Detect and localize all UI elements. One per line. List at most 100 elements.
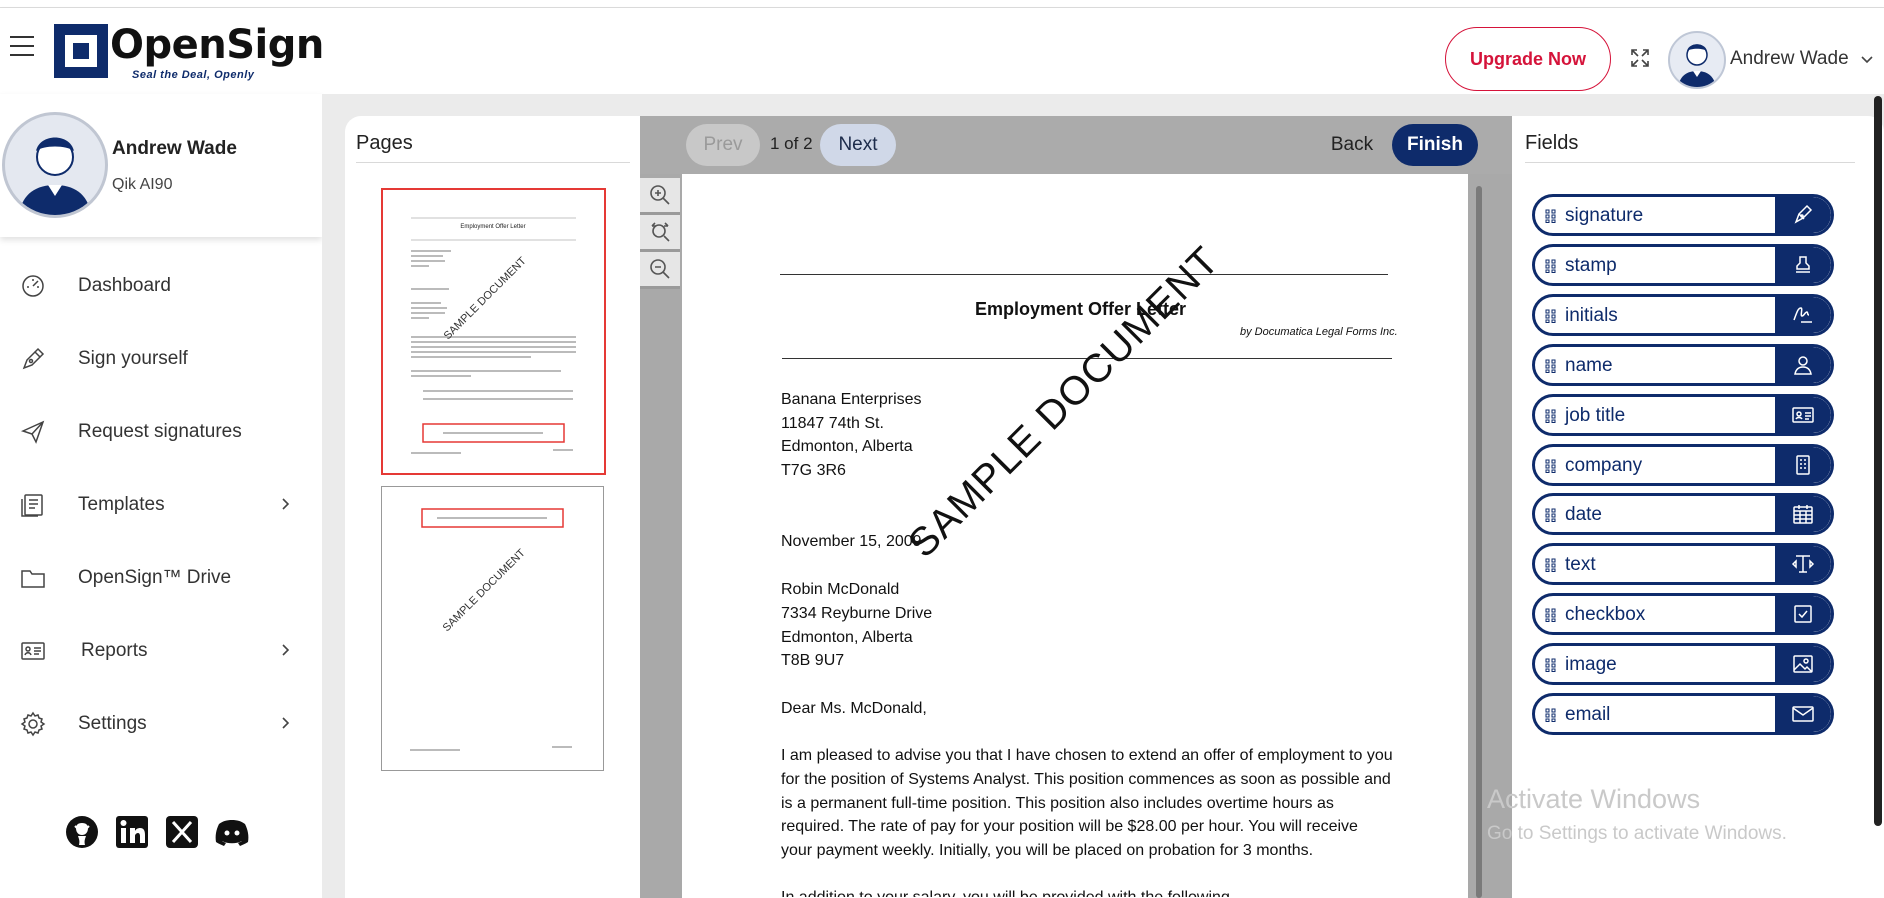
- body-line-cut: In addition to your salary, you will be …: [781, 889, 1230, 897]
- field-image[interactable]: image: [1532, 643, 1834, 686]
- back-button[interactable]: Back: [1320, 124, 1384, 166]
- fields-panel-title: Fields: [1525, 132, 1579, 154]
- field-job-title[interactable]: job title: [1532, 393, 1834, 436]
- page-scrollbar[interactable]: [1874, 96, 1882, 826]
- zoom-in-icon: [650, 185, 670, 205]
- finish-button[interactable]: Finish: [1392, 124, 1478, 166]
- initials-icon: [1775, 296, 1831, 333]
- sender-line: T7G 3R6: [781, 462, 846, 479]
- os-watermark-subtitle: Go to Settings to activate Windows.: [1487, 823, 1787, 844]
- fields-panel-divider: [1525, 162, 1855, 163]
- field-signature[interactable]: signature: [1532, 194, 1834, 236]
- image-icon: [1775, 646, 1831, 683]
- field-date[interactable]: date: [1532, 493, 1834, 536]
- sender-line: 11847 74th St.: [781, 415, 884, 432]
- field-label: signature: [1565, 205, 1644, 226]
- document-rule-top: [780, 274, 1388, 275]
- prev-page-button[interactable]: Prev: [686, 124, 760, 166]
- drag-handle-icon[interactable]: [1545, 459, 1557, 473]
- field-initials[interactable]: initials: [1532, 293, 1834, 336]
- zoom-out-button[interactable]: [640, 252, 680, 289]
- sidebar-item-label: Templates: [78, 493, 165, 515]
- field-checkbox[interactable]: checkbox: [1532, 593, 1834, 636]
- document-byline: by Documatica Legal Forms Inc.: [1240, 326, 1398, 338]
- next-page-button[interactable]: Next: [820, 124, 896, 166]
- page-thumbnail-1[interactable]: Employment Offer Letter SAMPLE DOCUMENT: [381, 188, 606, 475]
- sidebar-item-dashboard[interactable]: Dashboard: [0, 249, 322, 322]
- sidebar-profile-org: Qik AI90: [112, 176, 173, 193]
- stamp-icon: [1775, 246, 1831, 283]
- sidebar-item-reports[interactable]: Reports: [0, 614, 322, 687]
- hamburger-menu-icon[interactable]: [10, 36, 34, 58]
- header-user-name[interactable]: Andrew Wade: [1730, 48, 1849, 70]
- sidebar-item-drive[interactable]: OpenSign™ Drive: [0, 541, 322, 614]
- github-icon[interactable]: [64, 814, 100, 850]
- x-twitter-icon[interactable]: [164, 814, 200, 850]
- field-text[interactable]: text: [1532, 543, 1834, 586]
- thumbnail-watermark: SAMPLE DOCUMENT: [442, 255, 529, 342]
- drag-handle-icon[interactable]: [1545, 658, 1557, 673]
- sidebar-nav: Dashboard Sign yourself Request signatur…: [0, 249, 322, 760]
- field-label: email: [1565, 704, 1611, 725]
- brand-name: OpenSign: [110, 22, 324, 68]
- recipient-line: Robin McDonald: [781, 581, 900, 598]
- discord-icon[interactable]: [214, 814, 250, 850]
- calendar-icon: [1775, 496, 1831, 533]
- id-card-icon: [1775, 396, 1831, 433]
- field-label: date: [1565, 504, 1602, 526]
- user-avatar[interactable]: [1668, 31, 1726, 89]
- sidebar-item-label: Settings: [78, 712, 147, 734]
- upgrade-now-button[interactable]: Upgrade Now: [1445, 27, 1611, 91]
- body-line: I am pleased to advise you that I have c…: [781, 747, 1393, 764]
- body-line: required. The rate of pay for your posit…: [781, 818, 1358, 835]
- drag-handle-icon[interactable]: [1545, 708, 1557, 722]
- document-scrollbar[interactable]: [1476, 186, 1482, 898]
- body-line: for the position of Systems Analyst. Thi…: [781, 771, 1391, 788]
- sidebar-avatar[interactable]: [2, 112, 108, 218]
- zoom-in-button[interactable]: [640, 178, 680, 215]
- user-icon: [1775, 346, 1831, 383]
- send-icon: [20, 420, 45, 444]
- thumbnail-page-2-preview: SAMPLE DOCUMENT: [410, 508, 572, 751]
- sidebar-item-sign-yourself[interactable]: Sign yourself: [0, 322, 322, 395]
- field-email[interactable]: email: [1532, 693, 1834, 735]
- sidebar-item-settings[interactable]: Settings: [0, 687, 322, 760]
- field-stamp[interactable]: stamp: [1532, 243, 1834, 286]
- drag-handle-icon[interactable]: [1545, 259, 1557, 273]
- fullscreen-icon[interactable]: [1630, 48, 1650, 68]
- building-icon: [1775, 446, 1831, 483]
- chevron-right-icon: [282, 717, 290, 729]
- os-watermark-title: Activate Windows: [1487, 784, 1701, 814]
- sidebar-profile-name: Andrew Wade: [112, 138, 237, 159]
- recipient-line: 7334 Reyburne Drive: [781, 605, 933, 622]
- folder-icon: [21, 570, 45, 588]
- sidebar-item-request-signatures[interactable]: Request signatures: [0, 395, 322, 468]
- field-label: checkbox: [1565, 604, 1646, 626]
- page-thumbnail-2[interactable]: SAMPLE DOCUMENT: [381, 486, 604, 771]
- recipient-line: T8B 9U7: [781, 652, 845, 669]
- field-label: text: [1565, 554, 1596, 576]
- drag-handle-icon[interactable]: [1545, 209, 1557, 223]
- drag-handle-icon[interactable]: [1545, 608, 1557, 623]
- browser-top-edge: [0, 0, 1884, 8]
- thumbnail-page-1-preview: Employment Offer Letter SAMPLE DOCUMENT: [411, 217, 576, 454]
- drag-handle-icon[interactable]: [1545, 359, 1557, 373]
- field-label: name: [1565, 354, 1613, 376]
- field-company[interactable]: company: [1532, 443, 1834, 486]
- drag-handle-icon[interactable]: [1545, 309, 1557, 323]
- sidebar-item-label: OpenSign™ Drive: [78, 566, 232, 588]
- drag-handle-icon[interactable]: [1545, 558, 1557, 573]
- drag-handle-icon[interactable]: [1545, 409, 1557, 423]
- field-name[interactable]: name: [1532, 343, 1834, 386]
- sidebar: Andrew Wade Qik AI90 Dashboard Sign your…: [0, 94, 322, 898]
- social-links: [64, 814, 250, 850]
- drag-handle-icon[interactable]: [1545, 508, 1557, 523]
- field-label: stamp: [1565, 254, 1617, 276]
- envelope-icon: [1775, 696, 1831, 732]
- sidebar-item-templates[interactable]: Templates: [0, 468, 322, 541]
- body-line: your payment weekly. Initially, you will…: [781, 842, 1314, 859]
- reset-zoom-button[interactable]: [640, 215, 680, 252]
- chevron-down-icon[interactable]: [1860, 52, 1874, 66]
- linkedin-icon[interactable]: [114, 814, 150, 850]
- sidebar-item-label: Reports: [81, 639, 148, 661]
